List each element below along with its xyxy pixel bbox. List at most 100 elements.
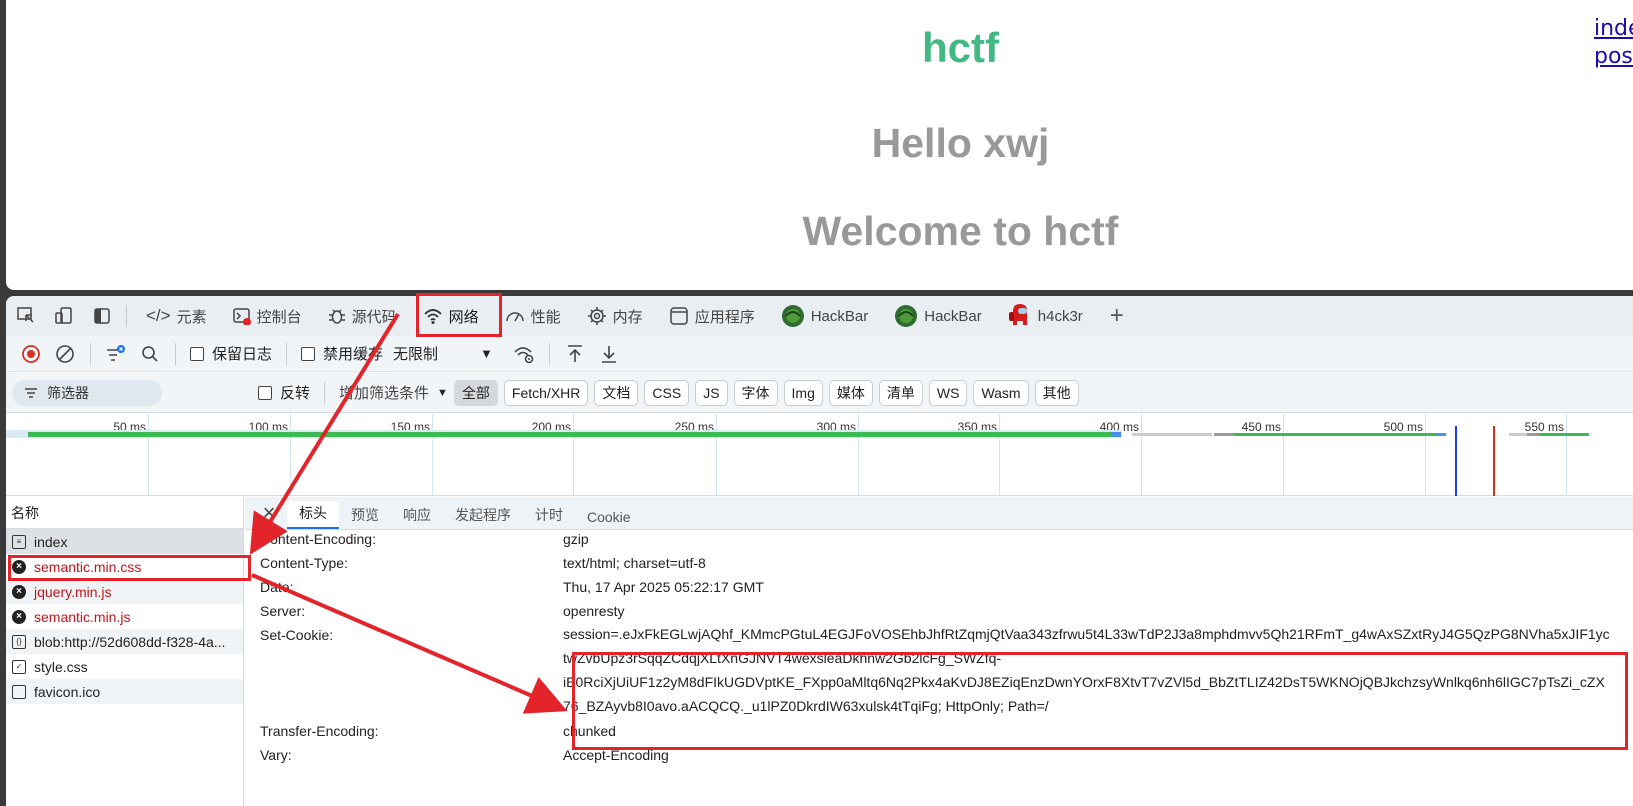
header-name: Set-Cookie:: [260, 627, 334, 643]
close-icon[interactable]: ×: [251, 497, 287, 529]
post-link[interactable]: post: [1594, 44, 1633, 69]
filter-toggle-icon[interactable]: [99, 339, 133, 369]
index-link[interactable]: inde: [1594, 16, 1633, 41]
upload-icon[interactable]: [558, 339, 592, 369]
type-filter-wasm[interactable]: Wasm: [973, 379, 1029, 406]
tab-h4ck3r[interactable]: h4ck3r: [999, 298, 1092, 334]
code-icon: </>: [146, 306, 171, 325]
error-icon: ×: [12, 584, 26, 599]
tab-hackbar-1[interactable]: HackBar: [772, 298, 878, 334]
tab-headers[interactable]: 标头: [287, 501, 339, 529]
header-value: openresty: [563, 603, 625, 619]
header-value: text/html; charset=utf-8: [563, 555, 706, 571]
file-icon: [12, 684, 26, 699]
hello-heading: Hello xwj: [871, 120, 1050, 166]
header-name: Server:: [260, 603, 306, 619]
request-list: 名称 ≡ index × semantic.min.css × jquery.min.…: [6, 497, 244, 806]
tab-elements[interactable]: </> 元素: [137, 298, 216, 334]
request-row-style-css[interactable]: ✓ style.css: [6, 654, 243, 679]
checkbox-icon: [301, 346, 316, 361]
disable-cache-checkbox[interactable]: 禁用缓存: [301, 343, 383, 364]
type-filter-css[interactable]: CSS: [644, 379, 690, 406]
tab-sources[interactable]: 源代码: [319, 298, 406, 334]
type-filter-doc[interactable]: 文档: [594, 379, 639, 406]
type-filter-ws[interactable]: WS: [928, 379, 968, 406]
hackbar-logo-icon: [894, 304, 918, 328]
checkbox-icon: [190, 346, 204, 361]
type-filter-font[interactable]: 字体: [733, 379, 778, 406]
error-icon: ×: [12, 609, 26, 624]
tab-memory[interactable]: 内存: [578, 298, 652, 334]
type-filter-media[interactable]: 媒体: [828, 379, 873, 406]
request-row-semantic-js[interactable]: × semantic.min.js: [6, 604, 243, 629]
network-conditions-icon[interactable]: [507, 339, 541, 369]
search-icon[interactable]: [133, 339, 167, 369]
header-name: Transfer-Encoding:: [260, 723, 379, 739]
tab-console[interactable]: 控制台: [224, 298, 311, 334]
request-row-favicon[interactable]: favicon.ico: [6, 679, 243, 704]
request-row-blob[interactable]: {} blob:http://52d608dd-f328-4a...: [6, 629, 243, 654]
tab-timing[interactable]: 计时: [523, 501, 575, 529]
header-name: Content-Type:: [260, 555, 348, 571]
dropdown-arrow-icon: ▼: [480, 346, 493, 361]
hackbar-logo-icon: [781, 304, 805, 328]
domcontentloaded-marker: [1455, 426, 1457, 496]
tab-hackbar-2[interactable]: HackBar: [885, 298, 991, 334]
inspect-element-icon[interactable]: [12, 302, 40, 330]
filter-input[interactable]: 筛选器: [12, 379, 162, 406]
add-tab-button[interactable]: +: [1100, 302, 1134, 330]
stylesheet-icon: ✓: [12, 659, 26, 674]
invert-checkbox[interactable]: 反转: [258, 382, 310, 403]
detail-tabs: × 标头 预览 响应 发起程序 计时 Cookie: [245, 497, 1633, 530]
amongus-icon: [1008, 303, 1032, 329]
dropdown-arrow-icon: ▼: [437, 386, 448, 399]
request-row-index[interactable]: ≡ index: [6, 529, 243, 554]
name-column-header[interactable]: 名称: [6, 497, 243, 529]
type-filter-all[interactable]: 全部: [453, 379, 498, 406]
gauge-icon: [505, 307, 525, 325]
filter-icon: [25, 387, 37, 398]
tab-response[interactable]: 响应: [391, 501, 443, 529]
dock-side-icon[interactable]: [88, 302, 116, 330]
checkbox-icon: [258, 385, 272, 400]
more-filters-dropdown[interactable]: 增加筛选条件 ▼: [339, 382, 448, 403]
header-value: gzip: [563, 531, 589, 547]
type-filter-manifest[interactable]: 清单: [878, 379, 923, 406]
welcome-heading: Welcome to hctf: [802, 208, 1119, 254]
request-row-jquery[interactable]: × jquery.min.js: [6, 579, 243, 604]
network-timeline[interactable]: 50 ms 100 ms 150 ms 200 ms 250 ms 300 ms…: [6, 414, 1633, 496]
record-icon[interactable]: [14, 339, 48, 369]
tab-preview[interactable]: 预览: [339, 501, 391, 529]
type-filter-js[interactable]: JS: [695, 379, 728, 406]
preserve-log-checkbox[interactable]: 保留日志: [190, 343, 272, 364]
page-title: hctf: [922, 24, 999, 71]
index-request-highlight: [8, 555, 251, 581]
filter-bar: 筛选器 反转 增加筛选条件 ▼ 全部 Fetch/XHR 文档 CSS JS 字体…: [6, 373, 1633, 413]
network-toolbar: 保留日志 禁用缓存 无限制 ▼: [6, 336, 1633, 372]
tab-initiator[interactable]: 发起程序: [443, 501, 523, 529]
timeline-bar-index: [28, 432, 1111, 437]
device-toolbar-icon[interactable]: [50, 302, 78, 330]
console-icon: [232, 307, 251, 325]
type-filter-img[interactable]: Img: [783, 379, 823, 406]
download-icon[interactable]: [592, 339, 626, 369]
clear-icon[interactable]: [48, 339, 82, 369]
load-marker: [1493, 426, 1495, 496]
tab-performance[interactable]: 性能: [496, 298, 570, 334]
bug-icon: [328, 307, 346, 325]
tab-application[interactable]: 应用程序: [660, 298, 764, 334]
header-name: Date:: [260, 579, 294, 595]
webpage-viewport: hctf Hello xwj Welcome to hctf inde post: [6, 0, 1633, 290]
devtools-tabbar: </> 元素 控制台 源代码 网络 性能 内存 应用程序 HackBar Hack…: [6, 296, 1633, 336]
type-filter-other[interactable]: 其他: [1034, 379, 1079, 406]
tab-cookies[interactable]: Cookie: [575, 501, 643, 529]
network-tab-highlight: [416, 293, 502, 337]
throttle-select[interactable]: 无限制 ▼: [393, 343, 493, 364]
document-icon: ≡: [12, 534, 26, 549]
header-value: Thu, 17 Apr 2025 05:22:17 GMT: [563, 579, 764, 595]
header-name: Content-Encoding:: [260, 531, 376, 547]
window-icon: [669, 306, 689, 326]
type-filter-fetch-xhr[interactable]: Fetch/XHR: [503, 379, 589, 406]
set-cookie-highlight: [572, 652, 1628, 750]
blob-icon: {}: [12, 634, 26, 649]
